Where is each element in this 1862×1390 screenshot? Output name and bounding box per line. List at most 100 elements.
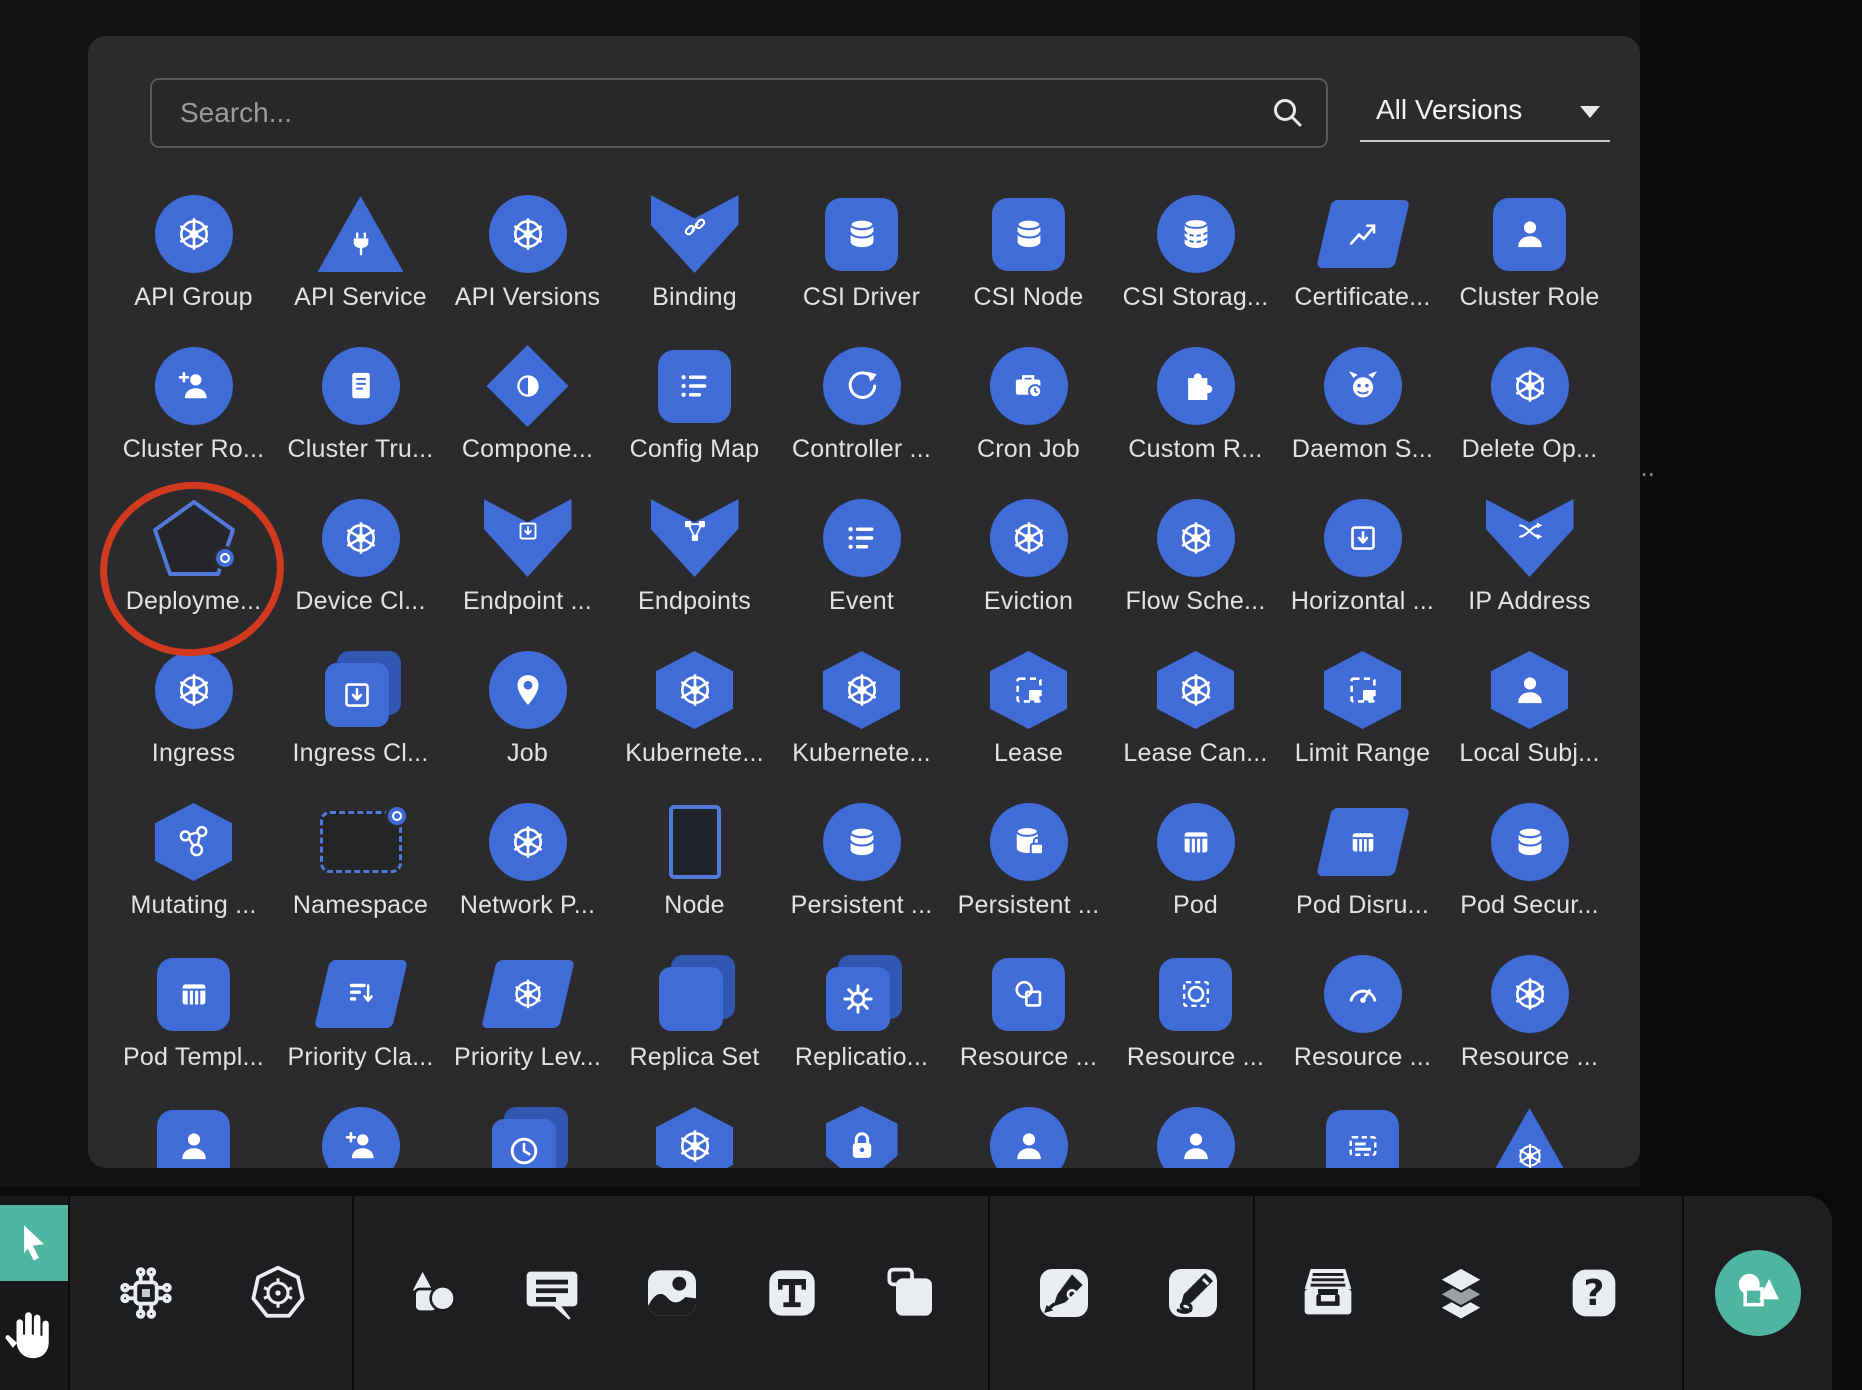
library-item[interactable]: Persistent ...	[778, 794, 945, 946]
library-item[interactable]: Pod	[1112, 794, 1279, 946]
library-item[interactable]: Horizontal ...	[1279, 490, 1446, 642]
comment-tool-button[interactable]	[520, 1261, 584, 1325]
search-icon[interactable]	[1270, 95, 1306, 131]
library-item[interactable]: Kubernete...	[778, 642, 945, 794]
library-item[interactable]: Namespace	[277, 794, 444, 946]
pod-disruption-icon	[1316, 808, 1410, 876]
partial-item-3-icon	[492, 1119, 556, 1168]
library-item[interactable]: Endpoints	[611, 490, 778, 642]
select-tool-button[interactable]	[0, 1205, 68, 1281]
graph-tool-button[interactable]	[114, 1261, 178, 1325]
library-item[interactable]: Ingress	[110, 642, 277, 794]
library-item[interactable]: CSI Driver	[778, 186, 945, 338]
library-item[interactable]: Priority Lev...	[444, 946, 611, 1098]
search-input[interactable]	[150, 78, 1328, 148]
library-item[interactable]	[945, 1098, 1112, 1168]
library-item[interactable]: Resource ...	[945, 946, 1112, 1098]
library-item[interactable]	[110, 1098, 277, 1168]
library-item[interactable]: Resource ...	[1112, 946, 1279, 1098]
library-item-label: Limit Range	[1295, 739, 1431, 768]
library-item[interactable]: Limit Range	[1279, 642, 1446, 794]
library-item[interactable]: CSI Node	[945, 186, 1112, 338]
connector-pen-tool-button[interactable]	[1032, 1261, 1096, 1325]
library-item[interactable]: Cron Job	[945, 338, 1112, 490]
library-item-label: Device Cl...	[295, 587, 425, 616]
library-item[interactable]: Resource ...	[1279, 946, 1446, 1098]
replication-controller-icon	[826, 967, 890, 1031]
pan-tool-button[interactable]	[2, 1304, 60, 1370]
chevron-down-icon	[1580, 106, 1600, 118]
library-item[interactable]: Node	[611, 794, 778, 946]
archive-tool-button[interactable]	[1296, 1261, 1360, 1325]
library-item[interactable]: Config Map	[611, 338, 778, 490]
library-item-label: IP Address	[1468, 587, 1590, 616]
library-item[interactable]: Pod Secur...	[1446, 794, 1613, 946]
library-item-label: Network P...	[460, 891, 595, 920]
library-item[interactable]: Ingress Cl...	[277, 642, 444, 794]
version-filter-dropdown[interactable]: All Versions	[1360, 80, 1610, 142]
kubernetes-library-button[interactable]	[246, 1261, 310, 1325]
library-item[interactable]: Event	[778, 490, 945, 642]
library-item[interactable]: Device Cl...	[277, 490, 444, 642]
library-item[interactable]: Daemon S...	[1279, 338, 1446, 490]
library-item[interactable]: CSI Storag...	[1112, 186, 1279, 338]
library-item-label: Cron Job	[977, 435, 1080, 464]
library-item[interactable]: API Service	[277, 186, 444, 338]
library-item[interactable]: Controller ...	[778, 338, 945, 490]
library-item[interactable]: Flow Sche...	[1112, 490, 1279, 642]
help-button[interactable]: ?	[1562, 1261, 1626, 1325]
note-tool-button[interactable]	[880, 1261, 944, 1325]
library-item[interactable]: Cluster Tru...	[277, 338, 444, 490]
library-item[interactable]: Custom R...	[1112, 338, 1279, 490]
library-item[interactable]: API Versions	[444, 186, 611, 338]
library-item[interactable]: IP Address	[1446, 490, 1613, 642]
freehand-draw-tool-button[interactable]	[1161, 1261, 1225, 1325]
shape-library-logo-button[interactable]	[1715, 1250, 1801, 1336]
library-item[interactable]	[444, 1098, 611, 1168]
library-item-label: CSI Driver	[803, 283, 920, 312]
library-item[interactable]	[1446, 1098, 1613, 1168]
library-item[interactable]	[611, 1098, 778, 1168]
controller-revision-icon	[823, 347, 901, 425]
library-item[interactable]: Kubernete...	[611, 642, 778, 794]
priority-level-icon	[481, 960, 575, 1028]
library-item[interactable]: Certificate...	[1279, 186, 1446, 338]
library-item[interactable]: Lease	[945, 642, 1112, 794]
library-item[interactable]: Pod Disru...	[1279, 794, 1446, 946]
library-item[interactable]: Eviction	[945, 490, 1112, 642]
library-item[interactable]: Lease Can...	[1112, 642, 1279, 794]
library-item[interactable]: Replicatio...	[778, 946, 945, 1098]
library-item[interactable]	[277, 1098, 444, 1168]
text-tool-button[interactable]	[760, 1261, 824, 1325]
library-item[interactable]	[778, 1098, 945, 1168]
basic-shapes-tool-button[interactable]	[400, 1261, 464, 1325]
library-item[interactable]: Resource ...	[1446, 946, 1613, 1098]
library-item-label: Pod	[1173, 891, 1218, 920]
library-item-label: Pod Secur...	[1460, 891, 1599, 920]
library-item[interactable]: Replica Set	[611, 946, 778, 1098]
library-item[interactable]: Network P...	[444, 794, 611, 946]
library-item[interactable]: Endpoint ...	[444, 490, 611, 642]
library-item[interactable]: API Group	[110, 186, 277, 338]
csi-node-icon	[992, 198, 1065, 271]
partial-item-2-icon	[322, 1107, 400, 1168]
library-item[interactable]: Persistent ...	[945, 794, 1112, 946]
library-item[interactable]: Pod Templ...	[110, 946, 277, 1098]
library-item[interactable]: Delete Op...	[1446, 338, 1613, 490]
library-item[interactable]: Binding	[611, 186, 778, 338]
cluster-role-binding-icon	[155, 347, 233, 425]
library-item[interactable]	[1112, 1098, 1279, 1168]
library-item[interactable]: Mutating ...	[110, 794, 277, 946]
lease-candidate-icon	[1155, 651, 1237, 729]
image-tool-button[interactable]	[640, 1261, 704, 1325]
library-item[interactable]: Cluster Role	[1446, 186, 1613, 338]
layers-tool-button[interactable]	[1429, 1261, 1493, 1325]
library-item[interactable]	[1279, 1098, 1446, 1168]
library-item[interactable]: Job	[444, 642, 611, 794]
library-item[interactable]: Compone...	[444, 338, 611, 490]
library-item-label: Persistent ...	[791, 891, 933, 920]
library-item[interactable]: Local Subj...	[1446, 642, 1613, 794]
library-item-label: Pod Templ...	[123, 1043, 264, 1072]
library-item[interactable]: Cluster Ro...	[110, 338, 277, 490]
library-item[interactable]: Priority Cla...	[277, 946, 444, 1098]
